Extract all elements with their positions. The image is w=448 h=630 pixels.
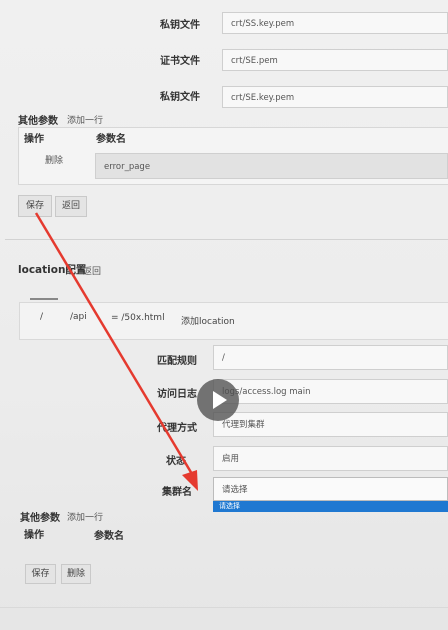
red-arrow-head [182, 470, 198, 491]
video-play-icon[interactable] [197, 379, 239, 421]
page: 私钥文件 crt/SS.key.pem 证书文件 crt/SE.pem 私钥文件… [0, 0, 448, 630]
red-arrow-line [34, 212, 194, 475]
red-arrow-annotation [34, 212, 198, 491]
